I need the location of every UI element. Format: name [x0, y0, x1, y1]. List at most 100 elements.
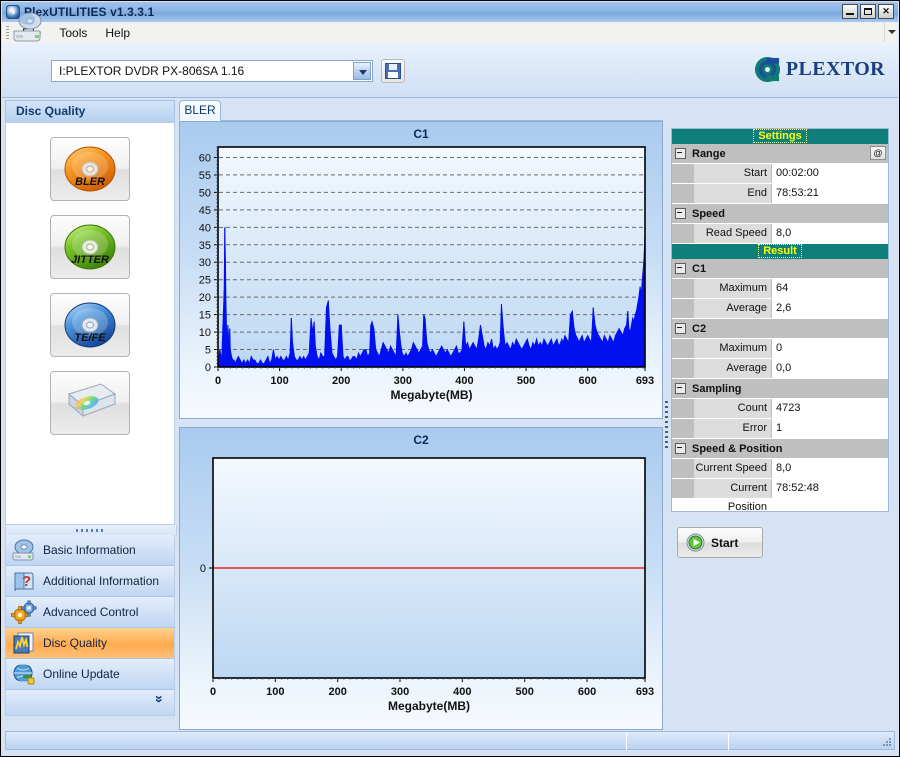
- collapse-minus-icon[interactable]: [675, 208, 686, 219]
- svg-text:Megabyte(MB): Megabyte(MB): [390, 388, 472, 402]
- property-key: Average: [694, 359, 771, 378]
- property-row[interactable]: Average 0,0: [672, 359, 888, 379]
- svg-text:10: 10: [199, 327, 211, 339]
- tab-bler[interactable]: BLER: [179, 100, 221, 121]
- property-key: End: [694, 184, 771, 203]
- gears-icon: [11, 600, 37, 624]
- property-row[interactable]: Current Position 78:52:48: [672, 479, 888, 513]
- svg-text:BLER: BLER: [75, 176, 105, 188]
- svg-text:100: 100: [270, 375, 288, 387]
- menu-item-tools[interactable]: Tools: [50, 24, 96, 42]
- status-divider: [626, 733, 627, 750]
- svg-text:55: 55: [199, 170, 211, 182]
- property-row[interactable]: Maximum 0: [672, 339, 888, 359]
- tefe-test-button[interactable]: TE/FE: [50, 293, 130, 357]
- property-value[interactable]: 8,0: [771, 224, 888, 243]
- chevron-down-icon[interactable]: [353, 62, 371, 80]
- drive-select[interactable]: I:PLEXTOR DVDR PX-806SA 1.16: [51, 60, 373, 82]
- minimize-button[interactable]: [842, 4, 858, 19]
- save-button[interactable]: [381, 59, 405, 83]
- group-row[interactable]: C1: [672, 259, 888, 279]
- svg-text:693: 693: [636, 375, 654, 387]
- drive-tray-button[interactable]: [50, 371, 130, 435]
- group-label: C2: [692, 322, 707, 335]
- property-row[interactable]: Maximum 64: [672, 279, 888, 299]
- sidebar-item-additional-information[interactable]: ? Additional Information: [5, 566, 175, 597]
- group-row[interactable]: Sampling: [672, 379, 888, 399]
- property-value[interactable]: 64: [771, 279, 888, 298]
- property-value[interactable]: 00:02:00: [771, 164, 888, 183]
- row-indent: [672, 184, 694, 203]
- property-key: Error: [694, 419, 771, 438]
- range-at-button[interactable]: @: [870, 146, 886, 160]
- property-key: Count: [694, 399, 771, 418]
- menu-item-help[interactable]: Help: [96, 24, 139, 42]
- jitter-test-button[interactable]: JITTER: [50, 215, 130, 279]
- property-value[interactable]: 78:52:48: [771, 479, 888, 498]
- maximize-button[interactable]: [860, 4, 876, 19]
- svg-text:0: 0: [205, 362, 211, 374]
- floppy-save-icon: [385, 63, 401, 79]
- disc-jitter-icon: JITTER: [64, 224, 116, 270]
- svg-text:TE/FE: TE/FE: [74, 332, 106, 344]
- svg-text:300: 300: [391, 686, 409, 698]
- svg-text:200: 200: [328, 686, 346, 698]
- property-row[interactable]: Current Speed 8,0: [672, 459, 888, 479]
- svg-text:600: 600: [579, 375, 597, 387]
- group-row[interactable]: Range @: [672, 144, 888, 164]
- collapse-minus-icon[interactable]: [675, 323, 686, 334]
- property-row[interactable]: Average 2,6: [672, 299, 888, 319]
- sidebar-header: Disc Quality: [5, 100, 175, 122]
- group-row[interactable]: Speed & Position: [672, 439, 888, 459]
- splitter-grip-icon[interactable]: [663, 121, 671, 731]
- sidebar-splitter-grip[interactable]: [5, 525, 177, 535]
- main-content: BLER C1 0 5 10 15 20 25 30 35 40 45 50 55 60 0 100 200 3…: [179, 100, 663, 730]
- property-row[interactable]: Count 4723: [672, 399, 888, 419]
- property-value[interactable]: 4723: [771, 399, 888, 418]
- start-button[interactable]: Start: [677, 527, 763, 558]
- c1-chart-panel: C1 0 5 10 15 20 25 30 35 40 45 50 55 60 0 100 200 300 400…: [179, 121, 663, 419]
- property-value[interactable]: 0: [771, 339, 888, 358]
- menu-overflow-chevron-down-icon[interactable]: [884, 22, 898, 42]
- collapse-minus-icon[interactable]: [675, 383, 686, 394]
- group-row[interactable]: C2: [672, 319, 888, 339]
- property-row[interactable]: End 78:53:21: [672, 184, 888, 204]
- title-bar: PlexUTILITIES v1.3.3.1 ✕: [2, 2, 898, 23]
- row-indent: [672, 479, 694, 498]
- property-row[interactable]: Start 00:02:00: [672, 164, 888, 184]
- property-row[interactable]: Read Speed 8,0: [672, 224, 888, 244]
- group-row[interactable]: Speed: [672, 204, 888, 224]
- svg-text:200: 200: [332, 375, 350, 387]
- svg-text:Megabyte(MB): Megabyte(MB): [388, 699, 470, 713]
- bler-test-button[interactable]: BLER: [50, 137, 130, 201]
- group-label: C1: [692, 262, 707, 275]
- sidebar: Disc Quality BLER JITTER TE/FE Basic Inf…: [5, 100, 177, 730]
- property-value[interactable]: 2,6: [771, 299, 888, 318]
- svg-text:0: 0: [200, 563, 206, 575]
- sidebar-item-basic-information[interactable]: Basic Information: [5, 535, 175, 566]
- row-indent: [672, 299, 694, 318]
- sidebar-item-advanced-control[interactable]: Advanced Control: [5, 597, 175, 628]
- property-value[interactable]: 78:53:21: [771, 184, 888, 203]
- svg-text:400: 400: [455, 375, 473, 387]
- settings-header: Settings: [672, 129, 888, 144]
- group-label: Range: [692, 147, 726, 160]
- property-row[interactable]: Error 1: [672, 419, 888, 439]
- collapse-minus-icon[interactable]: [675, 263, 686, 274]
- property-value[interactable]: 1: [771, 419, 888, 438]
- collapse-minus-icon[interactable]: [675, 148, 686, 159]
- property-value[interactable]: 0,0: [771, 359, 888, 378]
- sidebar-item-online-update[interactable]: Online Update: [5, 659, 175, 690]
- svg-text:100: 100: [266, 686, 284, 698]
- row-indent: [672, 279, 694, 298]
- close-button[interactable]: ✕: [878, 4, 894, 19]
- collapse-minus-icon[interactable]: [675, 443, 686, 454]
- svg-text:300: 300: [394, 375, 412, 387]
- resize-grip-icon[interactable]: [882, 737, 892, 747]
- sidebar-expand-double-chevron-down-icon[interactable]: [5, 690, 175, 716]
- svg-text:500: 500: [517, 375, 535, 387]
- svg-text:5: 5: [205, 345, 211, 357]
- sidebar-item-disc-quality[interactable]: Disc Quality: [5, 628, 175, 659]
- svg-text:?: ?: [22, 573, 31, 590]
- property-value[interactable]: 8,0: [771, 459, 888, 478]
